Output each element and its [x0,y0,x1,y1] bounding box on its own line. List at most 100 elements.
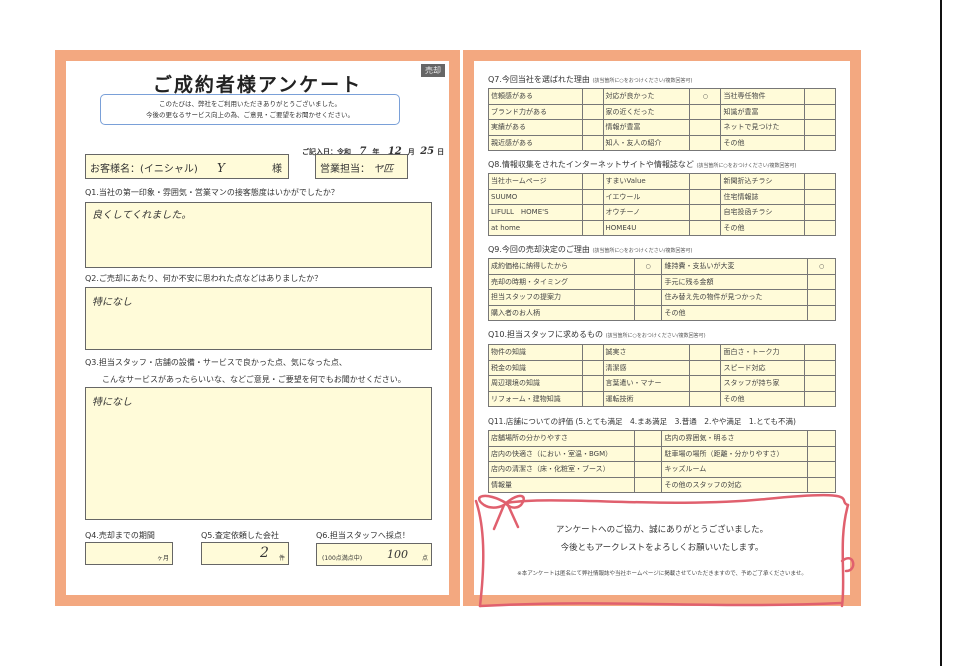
checkbox-cell[interactable] [803,359,837,376]
survey-page-left: ご成約者様アンケート 売却 このたびは、弊社をご利用いただきありがとうございまし… [55,50,460,606]
checkbox-cell[interactable] [581,103,604,120]
checkbox-cell[interactable] [581,390,604,407]
q7-hint: (該当箇所に○をおつけください/複数回答可) [592,78,693,84]
q1-label: Q1.当社の第一印象・雰囲気・営業マンの接客態度はいかがでしたか？ [85,188,339,197]
table-row: 当社ホームページ すまいValue 新聞折込チラシ [488,173,837,190]
checkbox-cell[interactable] [633,304,663,321]
checkbox-cell[interactable] [689,344,722,361]
option-label: 周辺環境の知識 [488,375,583,392]
q11-label: Q11.店舗についての評価 (5.とても満足 4.まあ満足 3.普通 2.やや満… [488,417,796,426]
option-label: LIFULL HOME'S [488,204,583,221]
checkbox-cell[interactable] [633,430,663,447]
greeting-line: 今後の更なるサービス向上の為、ご意見・ご要望をお聞かせください。 [146,111,354,119]
checkbox-cell[interactable] [803,375,837,392]
customer-name-field[interactable]: お客様名：(イニシャル) Y 様 [85,154,289,179]
checkbox-cell[interactable] [689,173,722,190]
q1-answer-field[interactable]: 良くしてくれました。 [85,202,432,268]
checkbox-cell[interactable] [581,134,604,151]
option-label: 物件の知識 [488,344,583,361]
checkbox-cell[interactable]: ○ [633,258,663,275]
option-label: 自宅投函チラシ [720,204,805,221]
checkbox-cell[interactable] [803,119,837,136]
checkbox-cell[interactable] [807,461,836,478]
checkbox-cell[interactable] [581,219,604,236]
checkbox-cell[interactable] [803,173,837,190]
q3-label-cont: こんなサービスがあったらいいな、などご意見・ご要望を何でもお聞かせください。 [102,375,406,384]
customer-initial: Y [217,161,225,175]
checkbox-cell[interactable] [689,359,722,376]
q9-label: Q9.今回の売却決定のご理由 (該当箇所に○をおつけください/複数回答可) [488,244,692,255]
checkbox-cell[interactable] [581,344,604,361]
table-row: 情報量 その他のスタッフの対応 [488,476,836,493]
checkbox-cell[interactable]: ○ [807,258,836,275]
option-label: 店内の快適さ（におい・室温・BGM） [488,445,635,462]
checkbox-cell[interactable] [689,134,722,151]
q2-answer-field[interactable]: 特になし [85,287,432,350]
checkbox-cell[interactable] [807,476,836,493]
checkbox-cell[interactable] [803,219,837,236]
checkbox-cell[interactable] [633,476,663,493]
checkbox-cell[interactable] [803,134,837,151]
q11-table: 店舗場所の分かりやすさ 店内の雰囲気・明るさ 店内の快適さ（におい・室温・BGM） 駐… [488,430,836,493]
checkbox-cell[interactable] [689,390,722,407]
q6-field[interactable]: (100点満点中) 100 点 [316,543,432,566]
checkbox-cell[interactable] [689,103,722,120]
table-row: LIFULL HOME'S オウチーノ 自宅投函チラシ [488,204,837,221]
checkbox-cell[interactable] [581,204,604,221]
option-label: 当社専任物件 [720,88,805,105]
checkbox-cell[interactable] [581,359,604,376]
option-label: 情報が豊富 [602,119,691,136]
checkbox-cell[interactable] [803,188,837,205]
date-day[interactable]: 25 [420,146,434,157]
q5-unit: 件 [278,555,285,562]
checkbox-cell[interactable] [803,103,837,120]
option-label: 運転技術 [602,390,691,407]
checkbox-cell[interactable] [581,88,604,105]
publication-note: ※本アンケートは匿名にて弊社情報誌や当社ホームページに掲載させていただきますので… [517,571,807,577]
checkbox-cell[interactable] [689,119,722,136]
checkbox-cell[interactable] [807,445,836,462]
checkbox-cell[interactable]: ○ [689,88,722,105]
option-label: 情報量 [488,476,635,493]
checkbox-cell[interactable] [803,390,837,407]
checkbox-cell[interactable] [633,289,663,306]
checkbox-cell[interactable] [803,204,837,221]
option-label: 新聞折込チラシ [720,173,805,190]
checkbox-cell[interactable] [633,445,663,462]
checkbox-cell[interactable] [581,375,604,392]
table-row: 購入者のお人柄 その他 [488,304,836,321]
q4-field[interactable]: ヶ月 [85,542,173,565]
table-row: 店内の快適さ（におい・室温・BGM） 駐車場の場所（距離・分かりやすさ） [488,445,836,462]
checkbox-cell[interactable] [689,204,722,221]
thanks-line: 今後ともアークレストをよろしくお願いいたします。 [560,543,764,553]
option-label: 成約価格に納得したから [488,258,635,275]
checkbox-cell[interactable] [633,273,663,290]
q9-title: Q9.今回の売却決定のご理由 [488,245,590,254]
option-label: 面白さ・トーク力 [720,344,805,361]
table-row: 親近感がある 知人・友人の紹介 その他 [488,134,837,151]
checkbox-cell[interactable] [581,173,604,190]
checkbox-cell[interactable] [807,430,836,447]
table-row: SUUMO イエウール 住宅情報誌 [488,188,837,205]
checkbox-cell[interactable] [633,461,663,478]
checkbox-cell[interactable] [689,219,722,236]
q9-table: 成約価格に納得したから ○ 維持費・支払いが大変 ○ 売却の時期・タイミング 手元に残る金… [488,258,836,321]
checkbox-cell[interactable] [689,188,722,205]
option-label: 対応が良かった [602,88,691,105]
checkbox-cell[interactable] [807,289,836,306]
checkbox-cell[interactable] [807,304,836,321]
sales-staff-field[interactable]: 営業担当： ヤ匹 [315,154,408,179]
q6-note: (100点満点中) [322,555,363,562]
option-label: 売却の時期・タイミング [488,273,635,290]
checkbox-cell[interactable] [803,344,837,361]
q3-answer: 特になし [92,397,132,408]
q5-field[interactable]: 2 件 [201,542,289,565]
q5-label: Q5.査定依頼した会社 [201,531,279,540]
table-row: 担当スタッフの提案力 住み替え先の物件が見つかった [488,289,836,306]
checkbox-cell[interactable] [581,188,604,205]
checkbox-cell[interactable] [807,273,836,290]
checkbox-cell[interactable] [689,375,722,392]
q3-answer-field[interactable]: 特になし [85,387,432,520]
checkbox-cell[interactable] [581,119,604,136]
checkbox-cell[interactable] [803,88,837,105]
